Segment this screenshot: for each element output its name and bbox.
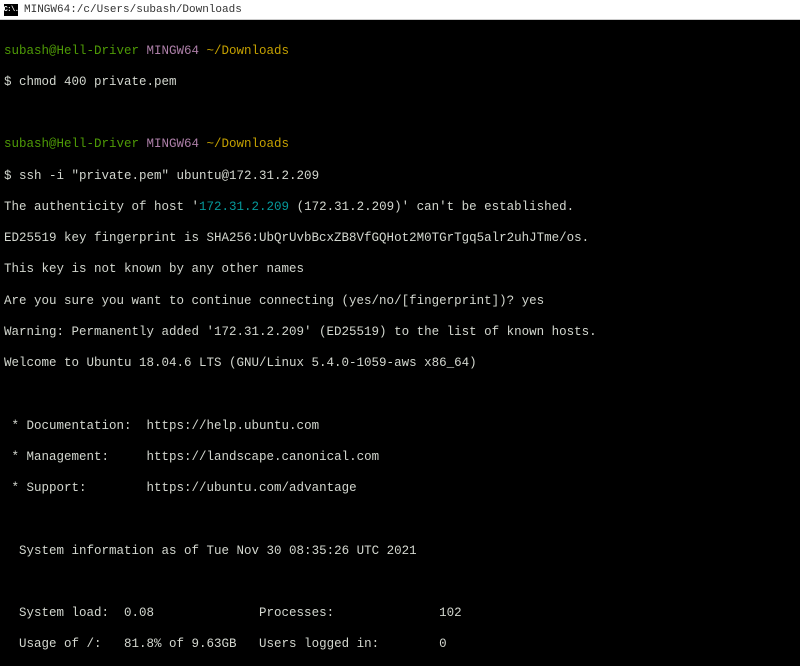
window-titlebar: C:\. MINGW64:/c/Users/subash/Downloads [0,0,800,20]
output-line: This key is not known by any other names [4,262,796,278]
output-line: * Documentation: https://help.ubuntu.com [4,419,796,435]
window-title: MINGW64:/c/Users/subash/Downloads [24,4,242,16]
output-line: System information as of Tue Nov 30 08:3… [4,544,796,560]
cwd: ~/Downloads [207,137,290,151]
blank-line [4,512,796,528]
cwd: ~/Downloads [207,44,290,58]
blank-line [4,575,796,591]
command-text: chmod 400 private.pem [19,75,177,89]
shell-tag: MINGW64 [139,137,207,151]
output-line: ED25519 key fingerprint is SHA256:UbQrUv… [4,231,796,247]
output-line: The authenticity of host '172.31.2.209 (… [4,200,796,216]
host-ip: 172.31.2.209 [199,200,289,214]
terminal-area[interactable]: subash@Hell-Driver MINGW64 ~/Downloads $… [0,20,800,666]
output-line: Welcome to Ubuntu 18.04.6 LTS (GNU/Linux… [4,356,796,372]
output-line: * Support: https://ubuntu.com/advantage [4,481,796,497]
blank-line [4,106,796,122]
command-line: $ ssh -i "private.pem" ubuntu@172.31.2.2… [4,169,796,185]
output-line: * Management: https://landscape.canonica… [4,450,796,466]
user-host: subash@Hell-Driver [4,137,139,151]
user-host: subash@Hell-Driver [4,44,139,58]
shell-tag: MINGW64 [139,44,207,58]
output-line: Warning: Permanently added '172.31.2.209… [4,325,796,341]
prompt-line: subash@Hell-Driver MINGW64 ~/Downloads [4,44,796,60]
sysinfo-row: System load: 0.08 Processes: 102 [4,606,796,622]
command-text: ssh -i "private.pem" ubuntu@172.31.2.209 [19,169,319,183]
output-line: Are you sure you want to continue connec… [4,294,796,310]
prompt-symbol: $ [4,169,19,183]
sysinfo-row: Usage of /: 81.8% of 9.63GB Users logged… [4,637,796,653]
prompt-line: subash@Hell-Driver MINGW64 ~/Downloads [4,137,796,153]
command-line: $ chmod 400 private.pem [4,75,796,91]
terminal-icon: C:\. [4,4,18,16]
blank-line [4,387,796,403]
prompt-symbol: $ [4,75,19,89]
